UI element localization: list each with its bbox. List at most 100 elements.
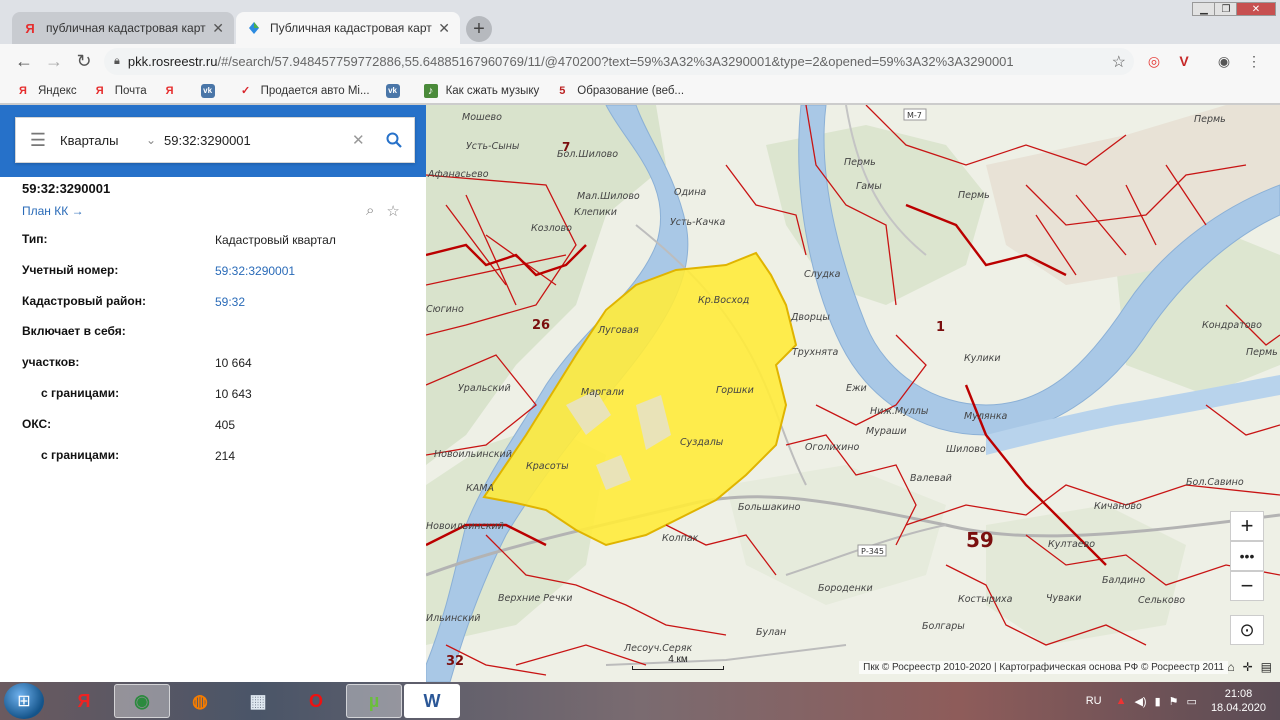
utorrent-icon[interactable]: µ <box>346 684 402 718</box>
volume-icon[interactable]: ◀) <box>1134 695 1146 708</box>
minimize-button[interactable]: ▁ <box>1192 2 1216 16</box>
search-button[interactable] <box>374 118 414 162</box>
yandex-browser-icon[interactable]: Я <box>56 684 112 718</box>
tab-rosreestr[interactable]: Публичная кадастровая карта ✕ <box>236 12 460 44</box>
calculator-icon[interactable]: ▦ <box>230 684 286 718</box>
plan-kk-link[interactable]: План КК → <box>22 204 84 218</box>
zoom-out-button[interactable]: − <box>1230 571 1264 601</box>
svg-text:Козлово: Козлово <box>531 223 572 234</box>
favorite-star-icon[interactable]: ☆ <box>386 202 399 220</box>
profile-icon[interactable]: ◉ <box>1214 51 1234 71</box>
bookmark-yandex-2[interactable]: Я <box>163 84 185 98</box>
extension-target-icon[interactable]: ◎ <box>1144 51 1164 71</box>
svg-text:Ниж.Муллы: Ниж.Муллы <box>870 406 929 417</box>
hamburger-menu-icon[interactable]: ☰ <box>16 130 60 151</box>
bookmark-auto[interactable]: ✓ Продается авто Mi... <box>239 84 370 98</box>
district-number: 1 <box>936 320 945 335</box>
svg-text:Мураши: Мураши <box>866 426 907 437</box>
bookmark-music[interactable]: ♪ Как сжать музыку <box>423 83 540 98</box>
svg-text:Слудка: Слудка <box>804 269 841 280</box>
svg-text:Пермь: Пермь <box>1246 347 1278 358</box>
bookmark-star-icon[interactable]: ☆ <box>1112 52 1126 72</box>
cadastral-map[interactable]: Мошево Усть-Сыны Бол.Шилово Афанасьево М… <box>426 105 1280 682</box>
info-row-value: 214 <box>215 449 236 463</box>
district-number: 26 <box>532 318 550 333</box>
yandex-icon: Я <box>19 84 27 97</box>
zoom-to-object-icon[interactable]: ⌕ <box>366 202 374 220</box>
cadastral-number-link[interactable]: 59:32:3290001 <box>215 264 295 278</box>
address-bar[interactable]: 🔒︎ pkk.rosreestr.ru /#/search/57.9484577… <box>104 48 1134 75</box>
bookmark-vk-2[interactable]: vk <box>385 83 408 98</box>
new-tab-button[interactable]: + <box>466 16 492 42</box>
tab-title: Публичная кадастровая карта <box>270 21 433 35</box>
antivirus-icon[interactable]: ▲ <box>1116 695 1127 707</box>
svg-text:Валевай: Валевай <box>910 473 952 484</box>
opera-icon[interactable]: O <box>288 684 344 718</box>
firefox-icon[interactable]: ◍ <box>172 684 228 718</box>
forward-button[interactable]: → <box>42 49 66 73</box>
home-icon[interactable]: ⌂ <box>1227 660 1234 674</box>
svg-text:Кр.Восход: Кр.Восход <box>698 295 750 306</box>
clock[interactable]: 21:08 18.04.2020 <box>1211 687 1266 715</box>
menu-dots-icon[interactable]: ⋮ <box>1244 51 1264 71</box>
info-row-label: Кадастровый район: <box>22 294 146 308</box>
side-panel: ☰ Кварталы ⌄ 59:32:3290001 ✕ 59:32:32900… <box>0 105 426 682</box>
bookmark-label: Как сжать музыку <box>445 84 540 97</box>
bookmarks-bar: Я Яндекс Я Почта Я vk ✓ Продается авто M… <box>0 78 1280 104</box>
back-button[interactable]: ← <box>12 49 36 73</box>
layers-icon[interactable]: ▤ <box>1261 660 1272 674</box>
svg-text:Оголихино: Оголихино <box>805 442 860 453</box>
rosreestr-icon <box>246 20 262 36</box>
lock-icon: 🔒︎ <box>114 55 120 67</box>
info-row-label: ОКС: <box>22 417 52 431</box>
network-icon[interactable]: ▮ <box>1155 695 1161 708</box>
svg-text:Суздалы: Суздалы <box>680 437 724 448</box>
window-close-button[interactable]: ✕ <box>1236 2 1276 16</box>
svg-text:Кондратово: Кондратово <box>1202 320 1262 331</box>
zoom-in-button[interactable]: + <box>1230 511 1264 541</box>
search-type-select[interactable]: Кварталы <box>60 133 146 148</box>
reload-button[interactable]: ↻ <box>72 49 96 73</box>
flag-icon[interactable]: ⚑ <box>1169 695 1179 708</box>
svg-text:Пермь: Пермь <box>844 157 876 168</box>
svg-text:Бороденки: Бороденки <box>818 583 873 594</box>
info-row-label: Тип: <box>22 232 48 246</box>
chevron-down-icon[interactable]: ⌄ <box>146 133 164 147</box>
bookmark-mail[interactable]: Я Почта <box>93 84 147 98</box>
start-button[interactable]: ⊞ <box>4 683 44 719</box>
chrome-icon[interactable]: ◉ <box>114 684 170 718</box>
svg-text:Кичаново: Кичаново <box>1094 501 1142 512</box>
search-input[interactable]: 59:32:3290001 <box>164 133 352 148</box>
svg-text:Красоты: Красоты <box>526 461 569 472</box>
svg-text:Афанасьево: Афанасьево <box>427 169 489 180</box>
scale-label: 4 км <box>668 654 688 665</box>
compass-icon[interactable]: ⊙ <box>1230 615 1264 645</box>
svg-text:Костыриха: Костыриха <box>958 594 1013 605</box>
language-indicator[interactable]: RU <box>1086 695 1102 707</box>
close-icon[interactable]: ✕ <box>212 20 224 37</box>
tab-yandex-search[interactable]: Я публичная кадастровая карта – ✕ <box>12 12 234 44</box>
bookmark-yandex[interactable]: Я Яндекс <box>16 84 77 98</box>
road-shield: Р-345 <box>861 547 884 556</box>
clear-icon[interactable]: ✕ <box>352 131 374 149</box>
browser-tab-strip: Я публичная кадастровая карта – ✕ Публич… <box>0 0 1280 44</box>
svg-text:Луговая: Луговая <box>597 325 639 336</box>
scale-bar <box>632 666 724 670</box>
auto-icon: ✓ <box>241 85 251 97</box>
word-icon[interactable]: W <box>404 684 460 718</box>
more-tools-button[interactable]: ••• <box>1230 541 1264 571</box>
close-icon[interactable]: ✕ <box>438 20 450 37</box>
battery-icon[interactable]: ▭ <box>1187 695 1197 708</box>
info-row-label: с границами: <box>41 386 120 400</box>
search-bar: ☰ Кварталы ⌄ 59:32:3290001 ✕ <box>15 117 415 163</box>
bookmark-vk[interactable]: vk <box>200 83 223 98</box>
svg-text:Большакино: Большакино <box>738 502 801 513</box>
svg-text:КАМА: КАМА <box>466 483 494 494</box>
cadastral-district-link[interactable]: 59:32 <box>215 295 245 309</box>
maximize-button[interactable]: ❐ <box>1214 2 1238 16</box>
locate-icon[interactable]: ✛ <box>1243 660 1253 674</box>
map-canvas[interactable]: Мошево Усть-Сыны Бол.Шилово Афанасьево М… <box>426 105 1280 682</box>
extension-checker-icon[interactable]: V <box>1174 51 1194 71</box>
bookmark-education[interactable]: 5 Образование (веб... <box>555 84 684 98</box>
district-number: 32 <box>446 654 464 669</box>
